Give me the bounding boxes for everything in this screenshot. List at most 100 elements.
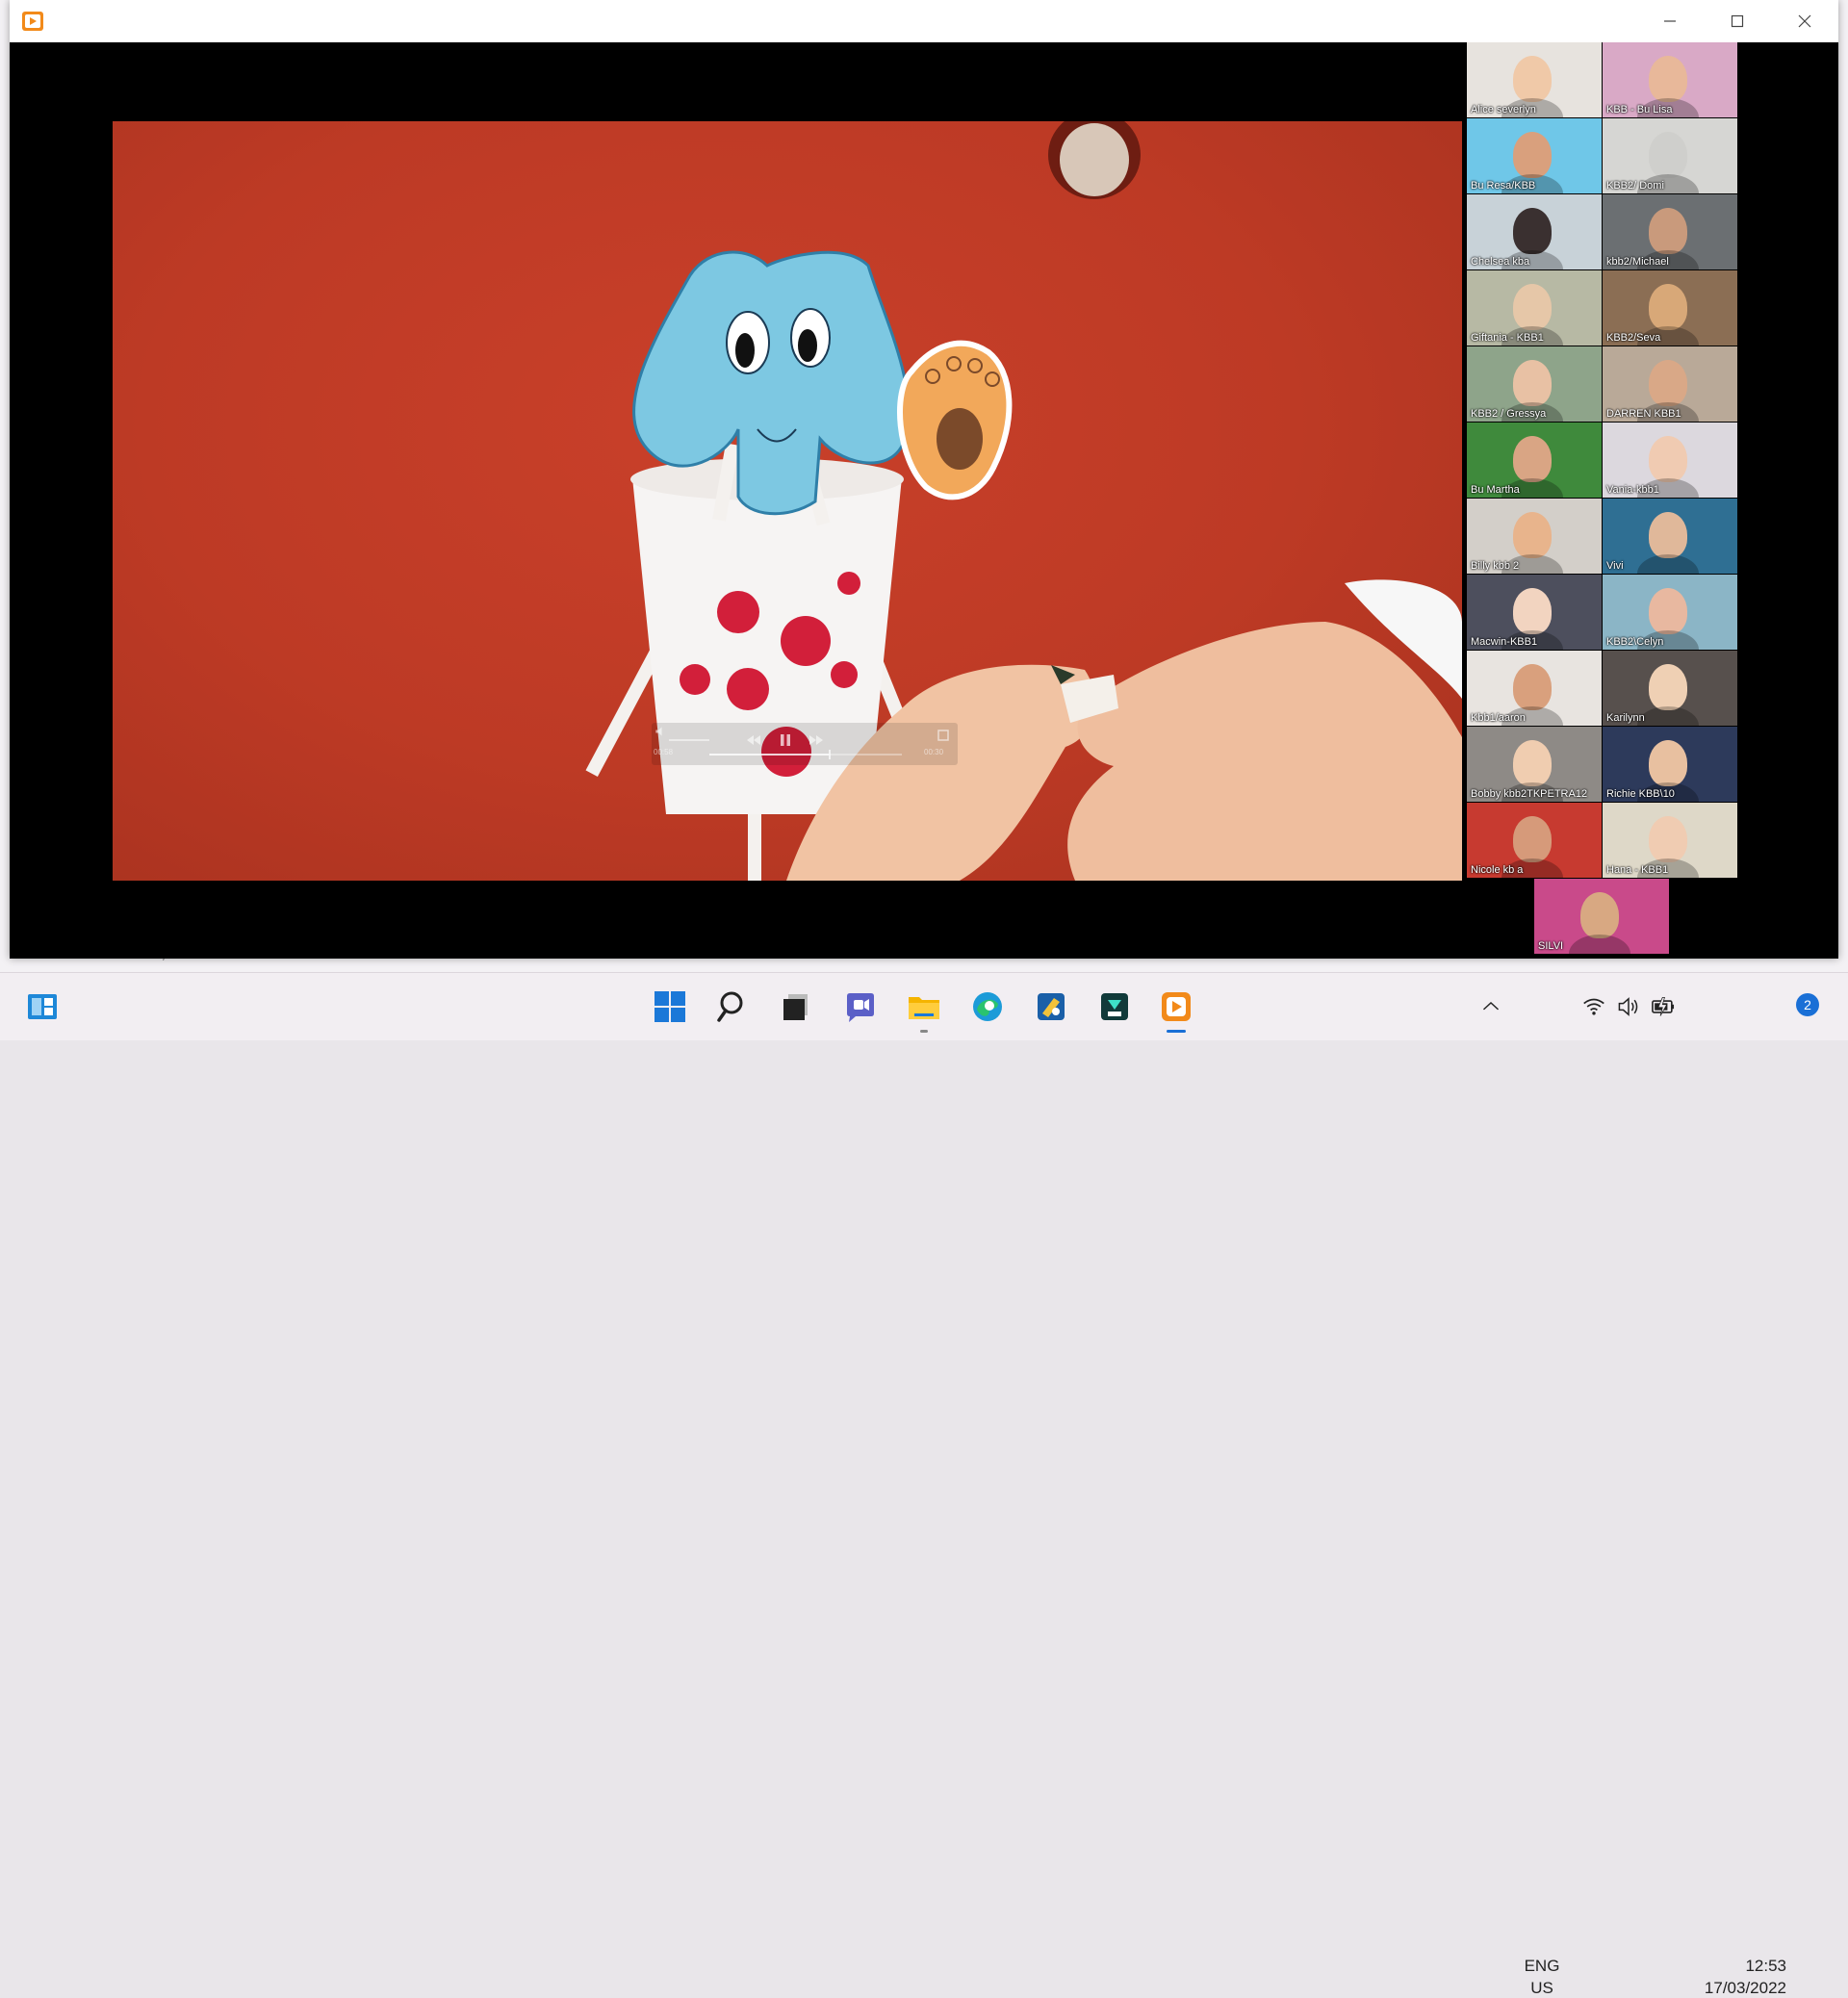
clock-time[interactable]: 12:53 <box>1690 1957 1786 1976</box>
volume-icon[interactable] <box>654 725 667 738</box>
participant-tile[interactable]: KBB2/Seva <box>1603 270 1737 346</box>
participant-video-figure <box>1513 208 1552 254</box>
participant-video-figure <box>1649 436 1687 482</box>
media-player-active-indicator <box>1167 1030 1186 1033</box>
language-indicator-line2[interactable]: US <box>1519 1979 1565 1998</box>
participant-video-figure <box>1513 740 1552 786</box>
participant-name: Macwin-KBB1 <box>1471 636 1538 648</box>
seek-bar[interactable] <box>709 750 902 759</box>
media-player-window: 00:58 00:30 Alice severlyn KBB - Bu Lisa… <box>10 0 1838 959</box>
video-stage: 00:58 00:30 Alice severlyn KBB - Bu Lisa… <box>10 42 1838 959</box>
participant-video-figure <box>1513 132 1552 178</box>
participant-video-figure <box>1513 512 1552 558</box>
participant-name: KBB2/Seva <box>1606 332 1661 344</box>
widgets-icon[interactable] <box>23 987 62 1026</box>
participant-name: KBB - Bu Lisa <box>1606 104 1673 115</box>
participant-tile[interactable]: Richie KBB\10 <box>1603 727 1737 802</box>
participant-video-figure <box>1513 56 1552 102</box>
participant-name: Richie KBB\10 <box>1606 788 1675 800</box>
participant-tile[interactable]: Vivi <box>1603 499 1737 574</box>
minimize-button[interactable] <box>1636 0 1704 42</box>
maximize-button[interactable] <box>1704 0 1771 42</box>
participant-video-figure <box>1513 284 1552 330</box>
task-view-icon[interactable] <box>778 987 816 1026</box>
participant-video-figure <box>1649 664 1687 710</box>
participant-name: Giftania - KBB1 <box>1471 332 1544 344</box>
participant-name: Chelsea kba <box>1471 256 1530 268</box>
participant-video-figure <box>1513 664 1552 710</box>
volume-slider[interactable] <box>669 739 709 741</box>
participant-tile[interactable]: KBB - Bu Lisa <box>1603 42 1737 117</box>
close-button[interactable] <box>1771 0 1838 42</box>
seek-bar-handle[interactable] <box>829 750 831 759</box>
seek-bar-fill <box>709 754 829 756</box>
game-launcher-icon[interactable] <box>1095 987 1134 1026</box>
file-explorer-icon[interactable] <box>905 987 943 1026</box>
fullscreen-icon[interactable] <box>933 725 954 746</box>
chevron-up-icon[interactable] <box>1474 987 1508 1026</box>
craft-scene-image <box>585 121 1462 881</box>
battery-charging-icon[interactable] <box>1646 987 1681 1026</box>
notification-badge[interactable]: 2 <box>1796 993 1819 1016</box>
participant-tile[interactable]: KBB2/ Domi <box>1603 118 1737 193</box>
participant-tile[interactable]: Bu Martha <box>1467 423 1602 498</box>
participant-tile[interactable]: Hana - KBB1 <box>1603 803 1737 878</box>
participant-tile[interactable]: Nicole kb a <box>1467 803 1602 878</box>
start-button-icon[interactable] <box>651 987 689 1026</box>
participant-tile[interactable]: kbb2/Michael <box>1603 194 1737 269</box>
participant-video-figure <box>1513 588 1552 634</box>
participant-tile[interactable]: Vania-kbb1 <box>1603 423 1737 498</box>
chat-icon[interactable] <box>841 987 880 1026</box>
participant-name: KBB2 / Gressya <box>1471 408 1547 420</box>
participant-tile[interactable]: Giftania - KBB1 <box>1467 270 1602 346</box>
participant-gallery: Alice severlyn KBB - Bu Lisa Bu Resa/KBB KB… <box>1467 42 1750 959</box>
participant-video-figure <box>1649 816 1687 862</box>
main-video-frame[interactable]: 00:58 00:30 <box>113 121 1462 881</box>
participant-video-figure <box>1649 588 1687 634</box>
participant-video-body <box>1637 706 1699 726</box>
participant-name: kbb2/Michael <box>1606 256 1669 268</box>
participant-tile[interactable]: SILVI <box>1534 879 1669 954</box>
clock-date[interactable]: 17/03/2022 <box>1690 1979 1786 1998</box>
media-player-taskbar-icon[interactable] <box>1157 987 1195 1026</box>
media-controls-bar[interactable]: 00:58 00:30 <box>652 723 958 765</box>
participant-tile[interactable]: KBB2\Celyn <box>1603 575 1737 650</box>
participant-video-figure <box>1649 512 1687 558</box>
participant-name: Bobby kbb2TKPETRA12 <box>1471 788 1588 800</box>
fast-forward-icon[interactable] <box>806 730 827 751</box>
participant-video-figure <box>1513 360 1552 406</box>
participant-video-body <box>1637 554 1699 574</box>
rewind-icon[interactable] <box>743 730 764 751</box>
participant-tile[interactable]: Macwin-KBB1 <box>1467 575 1602 650</box>
participant-name: Vivi <box>1606 560 1624 572</box>
participant-tile[interactable]: Chelsea kba <box>1467 194 1602 269</box>
participant-name: Hana - KBB1 <box>1606 864 1669 876</box>
participant-tile[interactable]: Alice severlyn <box>1467 42 1602 117</box>
participant-tile[interactable]: Karilynn <box>1603 651 1737 726</box>
edge-browser-icon[interactable] <box>968 987 1007 1026</box>
participant-video-body <box>1569 935 1630 954</box>
wifi-icon[interactable] <box>1577 987 1611 1026</box>
media-player-app-icon[interactable] <box>21 11 44 32</box>
participant-name: KBB2\Celyn <box>1606 636 1664 648</box>
participant-video-figure <box>1649 56 1687 102</box>
participant-tile[interactable]: Bu Resa/KBB <box>1467 118 1602 193</box>
participant-name: Karilynn <box>1606 712 1645 724</box>
file-explorer-running-indicator <box>920 1030 928 1033</box>
participant-tile[interactable]: Bobby kbb2TKPETRA12 <box>1467 727 1602 802</box>
search-icon[interactable] <box>714 987 753 1026</box>
participant-tile[interactable]: Kbb1/aaron <box>1467 651 1602 726</box>
store-app-icon[interactable] <box>1032 987 1070 1026</box>
participant-name: Vania-kbb1 <box>1606 484 1659 496</box>
title-bar <box>10 0 1838 42</box>
volume-speaker-icon[interactable] <box>1611 987 1646 1026</box>
participant-tile[interactable]: KBB2 / Gressya <box>1467 346 1602 422</box>
participant-tile[interactable]: DARREN KBB1 <box>1603 346 1737 422</box>
participant-video-figure <box>1649 740 1687 786</box>
participant-video-figure <box>1649 360 1687 406</box>
pause-button[interactable] <box>775 730 796 751</box>
participant-tile[interactable]: Billy kbb 2 <box>1467 499 1602 574</box>
participant-name: Alice severlyn <box>1471 104 1536 115</box>
participant-name: Bu Martha <box>1471 484 1520 496</box>
language-indicator-line1[interactable]: ENG <box>1519 1957 1565 1976</box>
